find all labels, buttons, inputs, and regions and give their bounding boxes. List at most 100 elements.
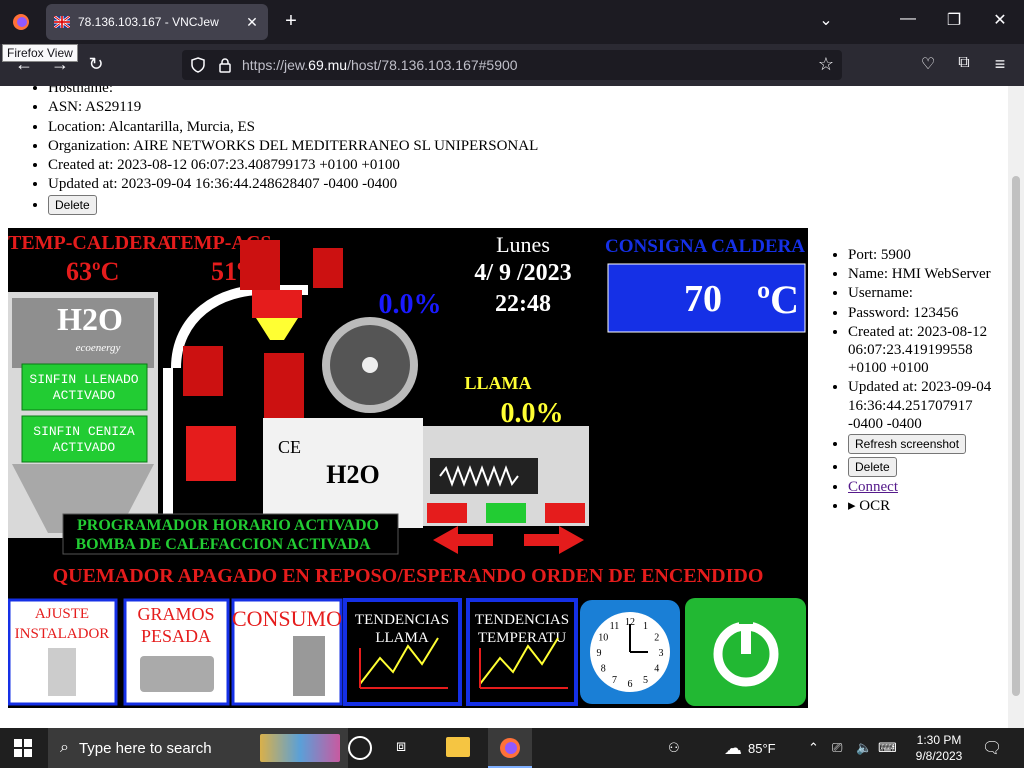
sinfin-ceniza-line1: SINFIN CENIZA xyxy=(33,424,135,439)
clock-number: 11 xyxy=(610,621,620,632)
host-delete-item: Delete xyxy=(48,194,538,215)
gramos-label-1: GRAMOS xyxy=(137,604,214,624)
motor-base xyxy=(186,426,236,481)
clock-date: 9/8/2023 xyxy=(915,749,963,763)
clock-number: 3 xyxy=(659,648,664,659)
firefox-view-tab[interactable] xyxy=(4,6,38,38)
tendencias-llama-label-2: LLAMA xyxy=(375,630,428,646)
h2o-logo: H2O xyxy=(57,301,123,337)
people-icon[interactable]: ⚇ xyxy=(668,728,680,768)
reload-icon[interactable]: ↻ xyxy=(84,54,108,75)
ocr-summary[interactable]: OCR xyxy=(859,498,890,514)
page-content: Hostname: ASN: AS29119 Location: Alcanta… xyxy=(0,86,1008,728)
port-item: Port: 5900 xyxy=(848,246,1008,264)
search-highlight-icon xyxy=(260,734,340,762)
bookmark-star-icon[interactable]: ☆ xyxy=(818,54,834,75)
scale-icon xyxy=(140,656,214,692)
bomba-text: BOMBA DE CALEFACCION ACTIVADA xyxy=(76,536,371,553)
host-info-item: Location: Alcantarilla, Murcia, ES xyxy=(48,118,538,137)
page-scrollbar[interactable] xyxy=(1008,86,1024,728)
ocr-item[interactable]: ▸ OCR xyxy=(848,497,1008,515)
temp-caldera-value: 63ºC xyxy=(66,257,119,286)
sinfin-ceniza-line2: ACTIVADO xyxy=(53,440,116,455)
firefox-taskbar-button[interactable] xyxy=(488,728,532,768)
host-info-item: Hostname: xyxy=(48,86,538,98)
delete-vnc-button[interactable]: Delete xyxy=(848,457,897,478)
lock-icon[interactable] xyxy=(218,57,232,73)
list-all-tabs-icon[interactable]: ⌄ xyxy=(814,10,838,30)
volume-icon[interactable]: 🔈 xyxy=(856,728,872,768)
consigna-value: 70 xyxy=(684,278,722,320)
connect-link[interactable]: Connect xyxy=(848,479,898,495)
created-item: Created at: 2023-08-12 06:07:23.41919955… xyxy=(848,323,1008,378)
username-item: Username: xyxy=(848,284,1008,302)
clock-time: 1:30 PM xyxy=(916,733,962,747)
host-info-item: Updated at: 2023-09-04 16:36:44.24862840… xyxy=(48,175,538,194)
new-tab-button[interactable]: + xyxy=(280,10,302,32)
vnc-screenshot: TEMP-CALDERA 63ºC TEMP-ACS 51ºC Lunes 4/… xyxy=(8,228,808,708)
nav-bar: ← → ↻ https://jew.69.mu/host/78.136.103.… xyxy=(0,44,1024,86)
taskbar-search[interactable]: ⌕ Type here to search xyxy=(48,728,348,768)
task-view-icon[interactable]: ⧈ xyxy=(396,738,406,756)
cortana-icon[interactable] xyxy=(348,736,372,760)
consumo-label: CONSUMO xyxy=(232,606,342,631)
url-text[interactable]: https://jew.69.mu/host/78.136.103.167#59… xyxy=(242,57,518,73)
restore-icon[interactable]: ❐ xyxy=(942,10,966,30)
pipe-vertical xyxy=(163,368,173,528)
clock-number: 1 xyxy=(643,621,648,632)
minimize-icon[interactable]: — xyxy=(896,10,920,28)
host-info-list: Hostname: ASN: AS29119 Location: Alcanta… xyxy=(48,86,538,215)
taskbar: ⌕ Type here to search ⧈ ⚇ ☁ 85°F ⌃ ⎚ 🔈 ⌨… xyxy=(0,728,1024,768)
menu-icon[interactable]: ≡ xyxy=(988,54,1012,75)
weather-temp[interactable]: 85°F xyxy=(748,741,776,756)
show-hidden-icons-icon[interactable]: ⌃ xyxy=(808,728,819,768)
close-tab-icon[interactable]: ✕ xyxy=(244,14,260,31)
h2o-logo-sub: ecoenergy xyxy=(76,342,121,354)
file-explorer-icon[interactable] xyxy=(446,737,470,757)
sinfin-llenado-line1: SINFIN LLENADO xyxy=(29,372,138,387)
keyboard-icon[interactable]: ⌨ xyxy=(878,728,897,768)
sinfin-ceniza-indicator[interactable] xyxy=(21,415,148,463)
pocket-icon[interactable]: ♡ xyxy=(916,54,940,74)
consigna-label: CONSIGNA CALDERA xyxy=(605,236,805,257)
host-info-item: Organization: AIRE NETWORKS DEL MEDITERR… xyxy=(48,137,538,156)
tendencias-llama-label-1: TENDENCIAS xyxy=(355,612,449,628)
windows-start-icon[interactable] xyxy=(14,739,32,757)
installer-icon xyxy=(48,648,76,696)
host-info-item: Created at: 2023-08-12 06:07:23.40879917… xyxy=(48,156,538,175)
clock-number: 4 xyxy=(654,664,659,675)
search-placeholder: Type here to search xyxy=(78,739,212,757)
delete-host-button[interactable]: Delete xyxy=(48,194,97,215)
window-close-icon[interactable]: ✕ xyxy=(988,10,1012,30)
clock-number: 2 xyxy=(654,633,659,644)
weather-icon[interactable]: ☁ xyxy=(724,738,742,759)
connect-item: Connect xyxy=(848,478,1008,496)
hmi-time: 22:48 xyxy=(495,291,551,317)
search-icon: ⌕ xyxy=(60,739,69,756)
tendencias-temp-label-2: TEMPERATU xyxy=(478,630,567,646)
system-clock[interactable]: 1:30 PM 9/8/2023 xyxy=(904,732,974,764)
refresh-screenshot-button[interactable]: Refresh screenshot xyxy=(848,434,967,455)
motor-left xyxy=(183,346,223,396)
uk-flag-icon xyxy=(54,16,70,28)
extensions-icon[interactable]: ⧉ xyxy=(952,54,976,72)
hopper-red xyxy=(252,290,302,318)
motor-center xyxy=(264,353,304,423)
ajuste-label-2: INSTALADOR xyxy=(15,626,110,642)
name-item: Name: HMI WebServer xyxy=(848,265,1008,283)
burner-led-3 xyxy=(545,503,585,523)
shield-icon[interactable] xyxy=(190,57,206,73)
sinfin-llenado-indicator[interactable] xyxy=(21,363,148,411)
tab-active[interactable]: 78.136.103.167 - VNCJew ✕ xyxy=(46,4,268,40)
temp-caldera-label: TEMP-CALDERA xyxy=(8,232,172,254)
password-item: Password: 123456 xyxy=(848,304,1008,322)
url-bar[interactable]: https://jew.69.mu/host/78.136.103.167#59… xyxy=(182,50,842,80)
scrollbar-thumb[interactable] xyxy=(1012,176,1020,696)
clock-number: 9 xyxy=(597,648,602,659)
tendencias-temp-label-1: TENDENCIAS xyxy=(475,612,569,628)
clock-number: 5 xyxy=(643,675,648,686)
percent-blue: 0.0% xyxy=(379,289,442,320)
notifications-icon[interactable]: 🗨 xyxy=(982,728,1002,768)
network-icon[interactable]: ⎚ xyxy=(832,728,842,768)
disclosure-triangle-icon[interactable]: ▸ xyxy=(848,498,859,514)
